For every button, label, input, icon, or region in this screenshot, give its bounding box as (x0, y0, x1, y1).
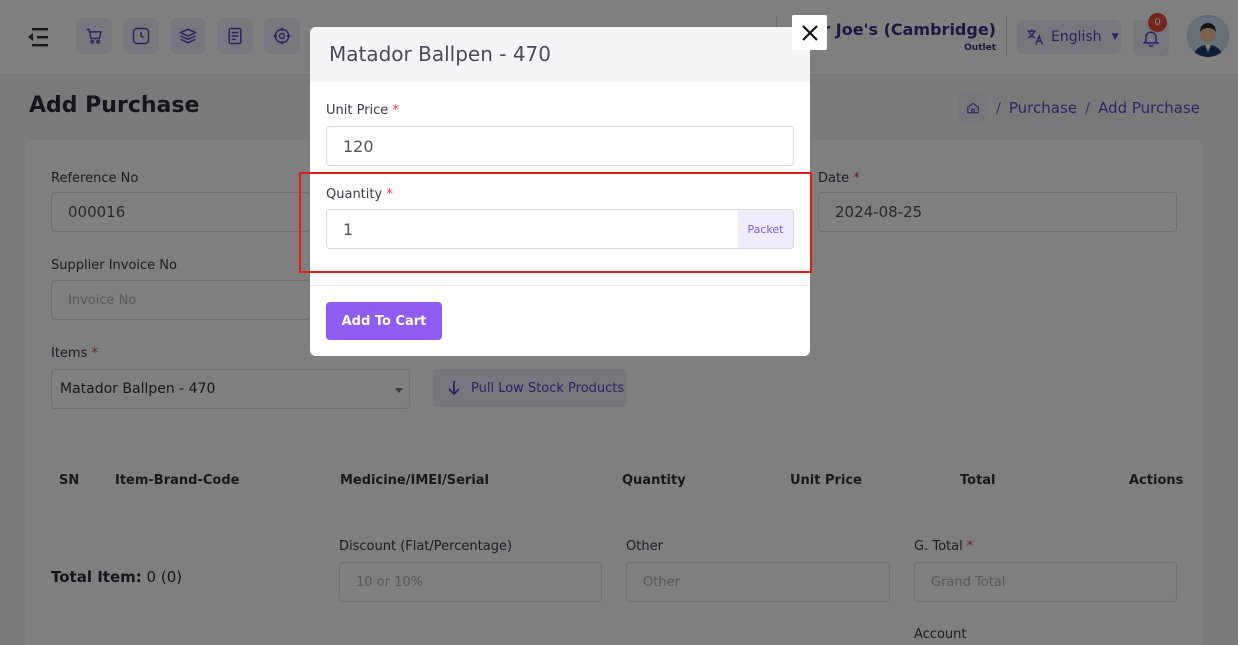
add-to-cart-button[interactable]: Add To Cart (326, 302, 442, 340)
quantity-highlight-box (299, 172, 812, 273)
close-icon (801, 24, 818, 41)
unit-price-input[interactable]: 120 (326, 126, 794, 166)
close-modal-button[interactable] (792, 15, 827, 50)
modal-header: Matador Ballpen - 470 (310, 27, 810, 82)
modal-divider (310, 285, 810, 286)
unit-price-label: Unit Price * (326, 103, 399, 118)
modal-title: Matador Ballpen - 470 (329, 42, 551, 66)
